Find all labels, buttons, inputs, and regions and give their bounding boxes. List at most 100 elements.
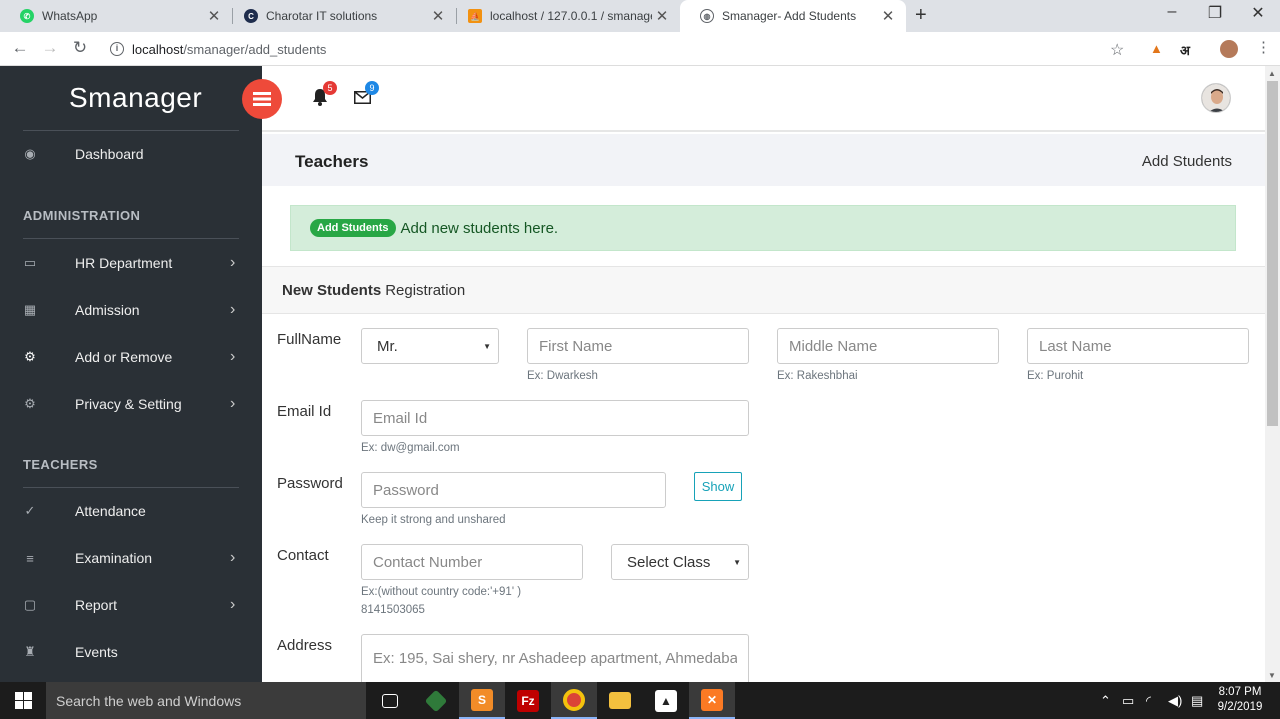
tab-label: localhost / 127.0.0.1 / smanager [490, 9, 652, 23]
globe-icon: ◍ [700, 9, 714, 23]
wifi-icon[interactable]: ◜ [1146, 682, 1151, 719]
title-select[interactable]: Mr. ▼ [361, 328, 499, 364]
minimize-icon[interactable]: – [1152, 3, 1192, 21]
back-icon[interactable]: ← [9, 38, 31, 58]
taskbar-clock[interactable]: 8:07 PM 9/2/2019 [1210, 685, 1270, 715]
email-input[interactable] [361, 400, 749, 436]
divider [23, 238, 239, 239]
calendar-icon: ▢ [23, 597, 37, 612]
start-button[interactable] [0, 682, 46, 719]
first-name-input[interactable] [527, 328, 749, 364]
tab-label: Smanager- Add Students [722, 9, 857, 23]
middle-name-input[interactable] [777, 328, 999, 364]
avatar-image [1202, 84, 1230, 112]
show-password-button[interactable]: Show [694, 472, 742, 501]
sidebar-item-label: Admission [75, 302, 140, 318]
taskbar-app-chrome[interactable] [551, 682, 597, 719]
battery-icon[interactable]: ▭ [1122, 682, 1134, 719]
taskbar-app-git[interactable] [413, 682, 459, 719]
contact-label: Contact [277, 547, 329, 564]
brand-logo[interactable]: Smanager [69, 82, 202, 114]
divider [23, 487, 239, 488]
breadcrumb-current[interactable]: Add Students [1142, 153, 1232, 170]
address-bar[interactable]: i localhost/smanager/add_students [104, 36, 1140, 62]
section-heading-teachers: TEACHERS [23, 457, 98, 472]
bookmark-star-icon[interactable]: ☆ [1110, 40, 1124, 60]
taskbar-app-photos[interactable]: ▲ [643, 682, 689, 719]
metamask-icon[interactable]: ▲ [1150, 41, 1163, 56]
scroll-down-icon[interactable]: ▼ [1268, 671, 1276, 680]
contact-number-input[interactable] [361, 544, 583, 580]
notifications-button[interactable]: 5 [312, 81, 337, 111]
volume-icon[interactable]: ◀) [1168, 682, 1182, 719]
fullname-label: FullName [277, 331, 342, 348]
caret-down-icon: ▼ [483, 342, 491, 351]
sidebar-item-hr-department[interactable]: ▭ HR Department › [0, 243, 262, 283]
sidebar-item-attendance[interactable]: ✓ Attendance [0, 491, 262, 531]
new-tab-button[interactable]: + [915, 4, 927, 27]
action-center-icon[interactable]: ▤ [1191, 682, 1203, 719]
task-view-button[interactable] [367, 682, 413, 719]
menu-icon [253, 92, 271, 106]
window-close-icon[interactable]: ✕ [1238, 3, 1278, 23]
tab-phpmyadmin[interactable]: ⛵ localhost / 127.0.0.1 / smanager ✕ [448, 0, 680, 32]
cog-icon: ⚙ [24, 396, 36, 411]
menu-toggle-button[interactable] [242, 79, 282, 119]
forward-icon[interactable]: → [39, 38, 61, 58]
page-scrollbar[interactable]: ▲ ▼ [1265, 66, 1280, 682]
sidebar-item-add-or-remove[interactable]: ⚙ Add or Remove › [0, 337, 262, 377]
chevron-right-icon: › [230, 395, 236, 412]
hindi-extension-icon[interactable]: अ [1180, 41, 1190, 59]
sidebar-item-dashboard[interactable]: ◉ Dashboard [0, 134, 262, 174]
check-icon: ✓ [24, 503, 36, 518]
chevron-right-icon: › [230, 549, 236, 566]
restore-icon[interactable]: ❐ [1195, 3, 1235, 23]
chevron-right-icon: › [230, 301, 236, 318]
sidebar-item-label: HR Department [75, 255, 173, 271]
show-hidden-icons[interactable]: ⌃ [1100, 682, 1111, 719]
taskbar-app-sublime[interactable]: S [459, 682, 505, 719]
divider [23, 130, 239, 131]
gears-icon: ⚙ [24, 349, 36, 364]
info-icon[interactable]: i [110, 42, 124, 56]
class-select[interactable]: Select Class ▼ [611, 544, 749, 580]
messages-button[interactable]: 9 [354, 81, 379, 109]
caret-down-icon: ▼ [733, 558, 741, 567]
user-avatar[interactable] [1201, 83, 1231, 113]
taskbar-app-xampp[interactable]: ✕ [689, 682, 735, 719]
sidebar-item-examination[interactable]: ≡ Examination › [0, 538, 262, 578]
chevron-right-icon: › [230, 254, 236, 271]
first-name-hint: Ex: Dwarkesh [527, 370, 598, 382]
windows-taskbar: Search the web and Windows S Fz ▲ ✕ ⌃ ▭ … [0, 682, 1280, 719]
profile-avatar[interactable] [1220, 40, 1238, 58]
close-icon[interactable]: ✕ [878, 7, 898, 25]
form-heading-rest: Registration [385, 281, 466, 299]
close-icon[interactable]: ✕ [652, 7, 672, 25]
chrome-icon [563, 688, 585, 711]
tab-whatsapp[interactable]: ✆ WhatsApp ✕ [0, 0, 232, 32]
tab-charotar[interactable]: C Charotar IT solutions ✕ [224, 0, 456, 32]
taskbar-search[interactable]: Search the web and Windows [46, 682, 366, 719]
taskbar-app-explorer[interactable] [597, 682, 643, 719]
browser-menu-icon[interactable]: ⋮ [1256, 38, 1271, 56]
last-name-input[interactable] [1027, 328, 1249, 364]
scroll-thumb[interactable] [1267, 81, 1278, 426]
sidebar-item-privacy-setting[interactable]: ⚙ Privacy & Setting › [0, 384, 262, 424]
address-input[interactable] [361, 634, 749, 682]
close-icon[interactable]: ✕ [428, 7, 448, 25]
close-icon[interactable]: ✕ [204, 7, 224, 25]
email-label: Email Id [277, 403, 332, 420]
page-header: Teachers Add Students [262, 134, 1265, 186]
sidebar-item-label: Examination [75, 550, 153, 566]
scroll-up-icon[interactable]: ▲ [1268, 69, 1276, 78]
sidebar-item-report[interactable]: ▢ Report › [0, 585, 262, 625]
browser-toolbar: ← → ↻ i localhost/smanager/add_students … [0, 32, 1280, 66]
tab-smanager[interactable]: ◍ Smanager- Add Students ✕ [680, 0, 906, 32]
email-hint: Ex: dw@gmail.com [361, 442, 460, 454]
password-input[interactable] [361, 472, 666, 508]
taskbar-app-filezilla[interactable]: Fz [505, 682, 551, 719]
reload-icon[interactable]: ↻ [69, 38, 91, 58]
sidebar-item-events[interactable]: ♜ Events [0, 632, 262, 672]
sidebar-item-admission[interactable]: ▦ Admission › [0, 290, 262, 330]
url-host: localhost [132, 41, 184, 57]
